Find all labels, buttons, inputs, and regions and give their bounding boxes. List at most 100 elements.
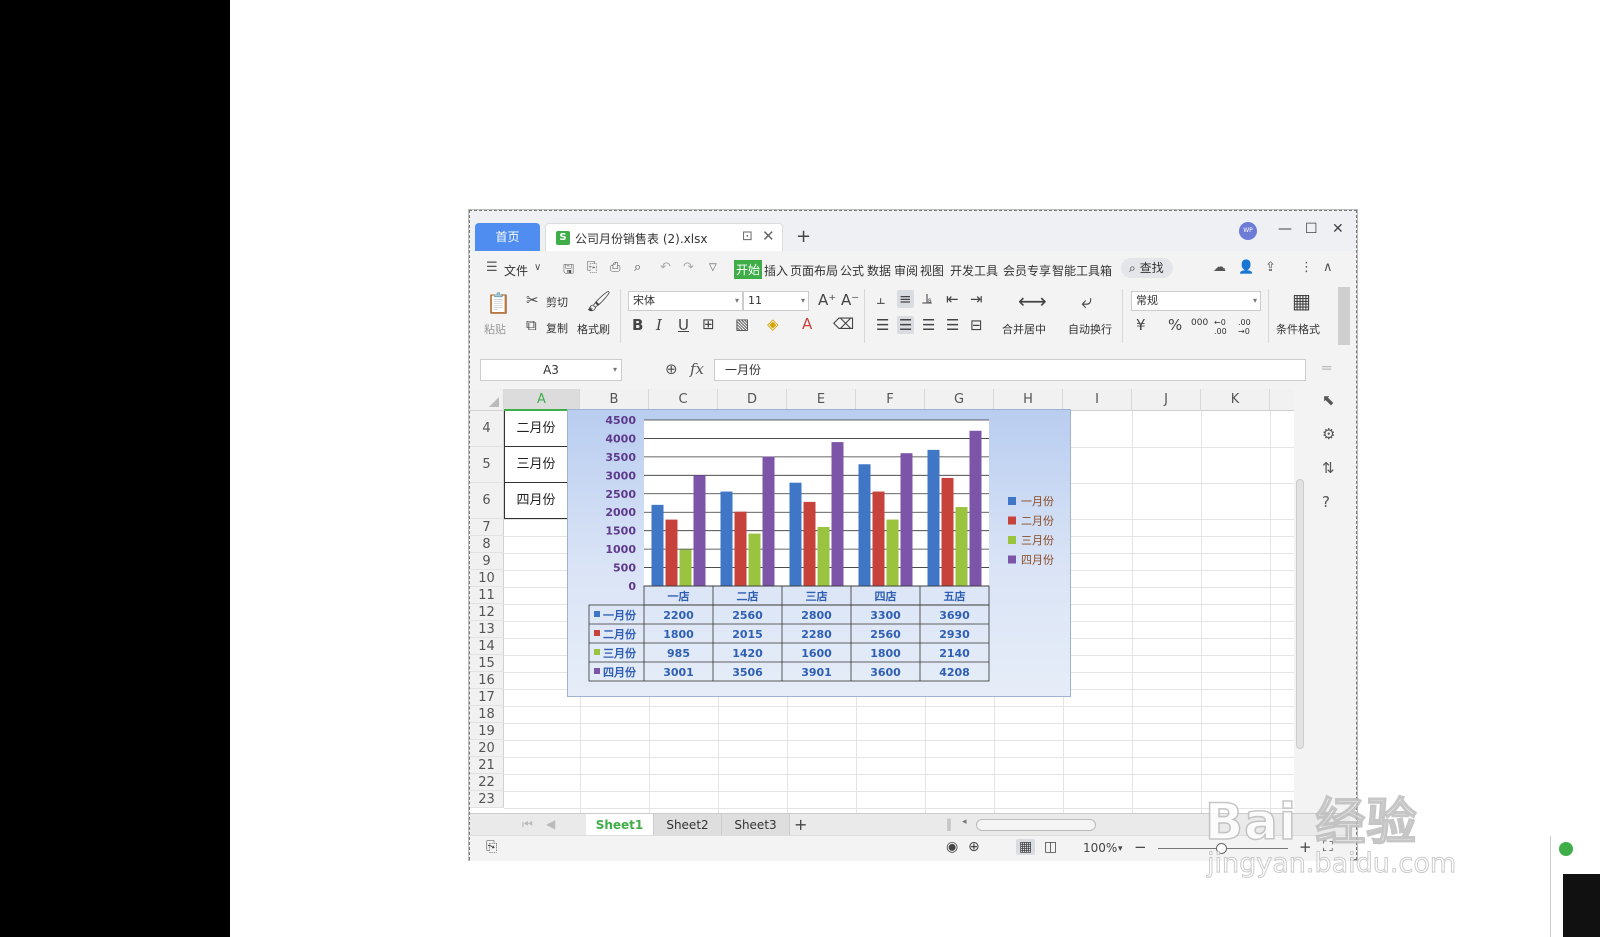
- wrap-text-button[interactable]: 自动换行: [1068, 321, 1112, 337]
- wrap-text-icon[interactable]: ⤶: [1081, 289, 1092, 313]
- row-header-18[interactable]: 18: [470, 706, 504, 723]
- document-tab[interactable]: S 公司月份销售表 (2).xlsx ⊡ ✕: [545, 223, 783, 251]
- row-header-4[interactable]: 4: [470, 411, 504, 447]
- paste-button[interactable]: 粘贴: [484, 321, 506, 337]
- tab-start[interactable]: 开始: [734, 260, 763, 279]
- more-options-icon[interactable]: ⋮: [1300, 260, 1313, 275]
- save-icon[interactable]: 🖫: [563, 260, 574, 282]
- column-header-e[interactable]: E: [787, 389, 856, 411]
- underline-icon[interactable]: U: [678, 316, 689, 334]
- row-header-21[interactable]: 21: [470, 757, 504, 774]
- add-sheet-button[interactable]: +: [794, 815, 807, 834]
- scroll-left-icon[interactable]: ◂: [962, 817, 967, 827]
- prev-sheet-icon[interactable]: ◀: [546, 817, 555, 831]
- copy-icon[interactable]: ⧉: [526, 316, 537, 334]
- cut-button[interactable]: 剪切: [546, 294, 568, 310]
- hamburger-menu-icon[interactable]: ☰: [486, 260, 498, 275]
- border-icon[interactable]: ⊞: [702, 315, 715, 333]
- paste-icon[interactable]: 📋: [486, 291, 511, 315]
- font-color-icon[interactable]: A: [802, 315, 812, 333]
- row-header-14[interactable]: 14: [470, 638, 504, 655]
- column-header-i[interactable]: I: [1063, 389, 1132, 411]
- increase-indent-icon[interactable]: ⇥: [970, 290, 983, 308]
- increase-font-icon[interactable]: A⁺: [818, 291, 836, 309]
- tab-developer[interactable]: 开发工具: [950, 262, 998, 279]
- italic-icon[interactable]: I: [656, 316, 662, 334]
- row-header-17[interactable]: 17: [470, 689, 504, 706]
- cell-a5[interactable]: 三月份: [504, 447, 568, 483]
- undo-icon[interactable]: ↶: [660, 260, 671, 275]
- sales-chart[interactable]: 0 500 1000 1500 2000 2500 3000 3500 4000 4500 一店 二店…: [567, 409, 1071, 697]
- adjust-settings-icon[interactable]: ⚙: [1322, 425, 1335, 443]
- scissors-icon[interactable]: ✂: [526, 291, 539, 309]
- tab-member[interactable]: 会员专享: [1003, 262, 1051, 279]
- search-button[interactable]: ⌕ 查找: [1121, 258, 1173, 278]
- file-menu[interactable]: 文件: [504, 262, 528, 279]
- thousands-separator-button[interactable]: 000: [1191, 318, 1208, 328]
- decrease-indent-icon[interactable]: ⇤: [946, 290, 959, 308]
- font-name-select[interactable]: 宋体 ▾: [628, 291, 743, 311]
- cell-a4[interactable]: 二月份: [504, 411, 568, 447]
- vertical-scroll-thumb[interactable]: [1296, 479, 1304, 749]
- copy-button[interactable]: 复制: [546, 320, 568, 336]
- decrease-font-icon[interactable]: A⁻: [841, 291, 859, 309]
- align-middle-icon[interactable]: ≡: [897, 290, 914, 308]
- zoom-out-button[interactable]: −: [1134, 838, 1147, 856]
- tab-insert[interactable]: 插入: [764, 262, 788, 279]
- column-header-j[interactable]: J: [1132, 389, 1201, 411]
- row-header-8[interactable]: 8: [470, 536, 504, 553]
- sort-panel-icon[interactable]: ⇅: [1322, 459, 1335, 477]
- justify-icon[interactable]: ☰: [946, 316, 959, 334]
- row-header-12[interactable]: 12: [470, 604, 504, 621]
- collaborate-icon[interactable]: 👤: [1238, 260, 1254, 275]
- new-tab-button[interactable]: +: [796, 226, 811, 247]
- row-header-7[interactable]: 7: [470, 519, 504, 536]
- format-painter-icon[interactable]: 🖌: [586, 289, 611, 313]
- insert-function-icon[interactable]: fx: [690, 360, 704, 378]
- conditional-format-button[interactable]: 条件格式: [1276, 321, 1320, 337]
- align-left-icon[interactable]: ☰: [876, 316, 889, 334]
- percent-button[interactable]: %: [1168, 316, 1182, 334]
- column-header-c[interactable]: C: [649, 389, 718, 411]
- column-header-a[interactable]: A: [504, 389, 580, 411]
- eye-protection-icon[interactable]: ◉: [946, 839, 958, 855]
- conditional-format-icon[interactable]: ▦: [1292, 289, 1311, 313]
- row-header-20[interactable]: 20: [470, 740, 504, 757]
- export-icon[interactable]: ⎘: [587, 260, 597, 275]
- row-header-10[interactable]: 10: [470, 570, 504, 587]
- currency-button[interactable]: ¥: [1136, 316, 1146, 334]
- row-header-6[interactable]: 6: [470, 483, 504, 519]
- file-menu-chevron-icon[interactable]: ∨: [534, 262, 541, 273]
- first-sheet-icon[interactable]: ⏮: [522, 817, 533, 832]
- align-top-icon[interactable]: ⫠: [876, 290, 885, 308]
- redo-icon[interactable]: ↷: [683, 260, 694, 275]
- panel-handle-icon[interactable]: ═: [1322, 359, 1331, 377]
- number-format-select[interactable]: 常规 ▾: [1131, 291, 1261, 311]
- decrease-decimal-button[interactable]: .00 →0: [1238, 318, 1258, 336]
- ribbon-scroll-handle[interactable]: [1338, 287, 1350, 345]
- pin-window-icon[interactable]: ⊡: [742, 229, 753, 244]
- tab-formula[interactable]: 公式: [840, 262, 864, 279]
- row-header-23[interactable]: 23: [470, 791, 504, 808]
- name-box[interactable]: A3 ▾: [480, 359, 622, 381]
- increase-decimal-button[interactable]: ←0 .00: [1214, 318, 1234, 336]
- zoom-dropdown-icon[interactable]: ▾: [1118, 844, 1123, 854]
- tab-review[interactable]: 审阅: [894, 262, 918, 279]
- column-header-g[interactable]: G: [925, 389, 994, 411]
- user-avatar[interactable]: WP: [1239, 222, 1257, 240]
- align-center-icon[interactable]: ☰: [897, 316, 915, 334]
- tab-page-layout[interactable]: 页面布局: [790, 262, 838, 279]
- macro-record-icon[interactable]: ⎘: [486, 839, 497, 855]
- row-header-13[interactable]: 13: [470, 621, 504, 638]
- collapse-ribbon-icon[interactable]: ∧: [1323, 260, 1333, 275]
- maximize-icon[interactable]: ☐: [1305, 221, 1318, 237]
- fill-pattern-icon[interactable]: ▧: [735, 315, 749, 333]
- print-preview-icon[interactable]: ⌕: [634, 260, 641, 275]
- share-icon[interactable]: ⇪: [1265, 260, 1276, 275]
- zoom-level[interactable]: 100%: [1083, 841, 1117, 855]
- merge-center-button[interactable]: 合并居中: [1002, 321, 1046, 337]
- row-header-15[interactable]: 15: [470, 655, 504, 672]
- cell-a6[interactable]: 四月份: [504, 483, 568, 519]
- column-header-h[interactable]: H: [994, 389, 1063, 411]
- font-size-select[interactable]: 11 ▾: [743, 291, 809, 311]
